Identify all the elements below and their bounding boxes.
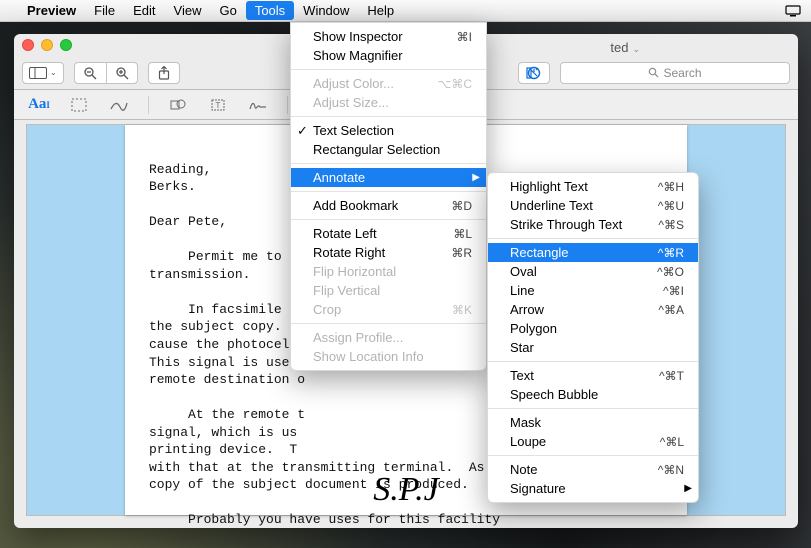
mi-text-selection[interactable]: ✓Text Selection [291,121,486,140]
mi-mask[interactable]: Mask [488,413,698,432]
search-placeholder: Search [663,66,701,80]
mi-signature[interactable]: Signature▶ [488,479,698,498]
signature-graphic: S.P.J [373,467,438,513]
mi-flip-h: Flip Horizontal [291,262,486,281]
markup-toolbar-button[interactable] [518,62,550,84]
mi-add-bookmark[interactable]: Add Bookmark⌘D [291,196,486,215]
mi-line[interactable]: Line^⌘I [488,281,698,300]
text-tool[interactable]: T [207,94,229,116]
mi-rect-selection[interactable]: Rectangular Selection [291,140,486,159]
mi-loupe[interactable]: Loupe^⌘L [488,432,698,451]
search-icon [648,67,659,78]
mi-rotate-right[interactable]: Rotate Right⌘R [291,243,486,262]
zoom-button[interactable] [60,39,72,51]
mi-adjust-size: Adjust Size... [291,93,486,112]
shapes-tool[interactable] [167,94,189,116]
mi-show-location: Show Location Info [291,347,486,366]
menu-help[interactable]: Help [358,1,403,20]
mi-rotate-left[interactable]: Rotate Left⌘L [291,224,486,243]
mi-star[interactable]: Star [488,338,698,357]
mi-flip-v: Flip Vertical [291,281,486,300]
mi-rectangle[interactable]: Rectangle^⌘R [488,243,698,262]
zoom-in-button[interactable] [106,62,138,84]
system-menubar: Preview File Edit View Go Tools Window H… [0,0,811,22]
mi-crop: Crop⌘K [291,300,486,319]
mi-strike[interactable]: Strike Through Text^⌘S [488,215,698,234]
mi-polygon[interactable]: Polygon [488,319,698,338]
sidebar-view-button[interactable]: ⌄ [22,62,64,84]
share-button[interactable] [148,62,180,84]
mi-arrow[interactable]: Arrow^⌘A [488,300,698,319]
search-field[interactable]: Search [560,62,790,84]
close-button[interactable] [22,39,34,51]
mi-highlight[interactable]: Highlight Text^⌘H [488,177,698,196]
menu-window[interactable]: Window [294,1,358,20]
menu-tools[interactable]: Tools [246,1,294,20]
sketch-tool[interactable] [108,94,130,116]
mi-speech[interactable]: Speech Bubble [488,385,698,404]
menu-edit[interactable]: Edit [124,1,164,20]
svg-text:T: T [216,101,221,110]
mi-assign-profile: Assign Profile... [291,328,486,347]
zoom-out-button[interactable] [74,62,106,84]
annotate-submenu: Highlight Text^⌘H Underline Text^⌘U Stri… [487,172,699,503]
minimize-button[interactable] [41,39,53,51]
menu-view[interactable]: View [165,1,211,20]
mi-adjust-color: Adjust Color...⌥⌘C [291,74,486,93]
mi-show-inspector[interactable]: Show Inspector⌘I [291,27,486,46]
sign-tool[interactable] [247,94,269,116]
mi-text[interactable]: Text^⌘T [488,366,698,385]
display-menu-icon[interactable] [785,5,803,17]
mi-note[interactable]: Note^⌘N [488,460,698,479]
mi-oval[interactable]: Oval^⌘O [488,262,698,281]
mi-annotate[interactable]: Annotate▶ [291,168,486,187]
menu-file[interactable]: File [85,1,124,20]
mi-underline[interactable]: Underline Text^⌘U [488,196,698,215]
mi-show-magnifier[interactable]: Show Magnifier [291,46,486,65]
text-style-button[interactable]: AaI [28,94,50,116]
menu-app[interactable]: Preview [18,1,85,20]
menu-go[interactable]: Go [210,1,245,20]
tools-menu: Show Inspector⌘I Show Magnifier Adjust C… [290,22,487,371]
selection-tool[interactable] [68,94,90,116]
